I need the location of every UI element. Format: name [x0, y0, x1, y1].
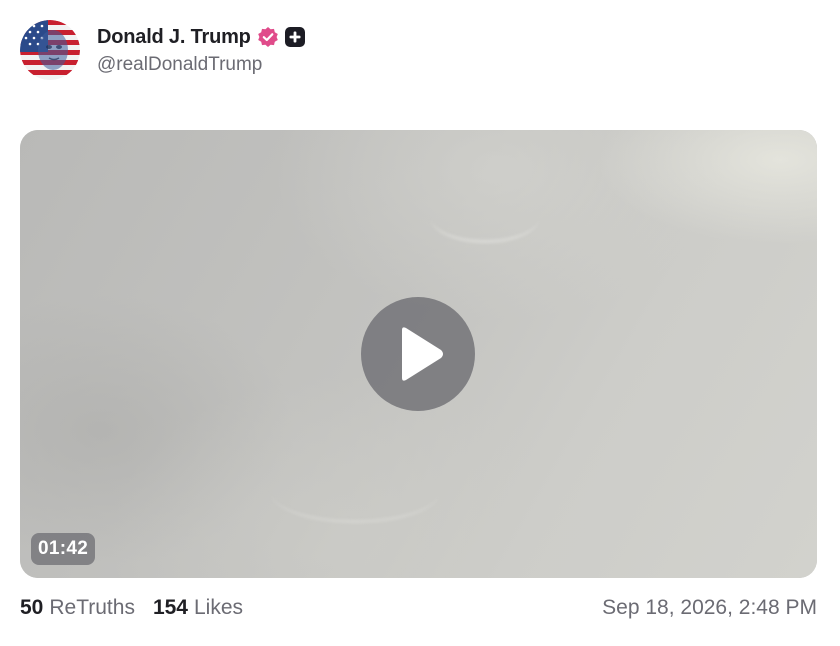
- retruths-label: ReTruths: [49, 596, 135, 619]
- verified-badge-icon: [257, 26, 279, 48]
- likes-label: Likes: [194, 596, 244, 619]
- avatar[interactable]: [20, 20, 80, 80]
- plus-badge-icon: [284, 27, 305, 47]
- video-duration: 01:42: [31, 533, 96, 565]
- author-names: Donald J. Trump @realDonaldTrump: [97, 24, 305, 76]
- retruths-stat[interactable]: 50 ReTruths: [20, 596, 135, 620]
- play-button[interactable]: [361, 297, 475, 411]
- thumbnail-glint: [430, 190, 540, 243]
- handle[interactable]: @realDonaldTrump: [97, 54, 305, 76]
- retruths-count: 50: [20, 596, 44, 619]
- post-header: Donald J. Trump @realDonaldTrump: [20, 20, 305, 80]
- video-player[interactable]: 01:42: [20, 130, 817, 578]
- post-footer: 50 ReTruths 154 Likes Sep 18, 2026, 2:48…: [20, 593, 817, 623]
- display-name[interactable]: Donald J. Trump: [97, 26, 251, 49]
- post-timestamp[interactable]: Sep 18, 2026, 2:48 PM: [602, 596, 817, 620]
- flag-portrait-avatar-icon: [20, 20, 80, 80]
- name-row: Donald J. Trump: [97, 24, 305, 50]
- likes-count: 154: [152, 596, 188, 619]
- play-icon: [402, 327, 443, 381]
- truth-post: Donald J. Trump @realDonaldTrump 01:42 5…: [0, 0, 840, 646]
- thumbnail-glint: [270, 460, 440, 523]
- likes-stat[interactable]: 154 Likes: [153, 596, 243, 620]
